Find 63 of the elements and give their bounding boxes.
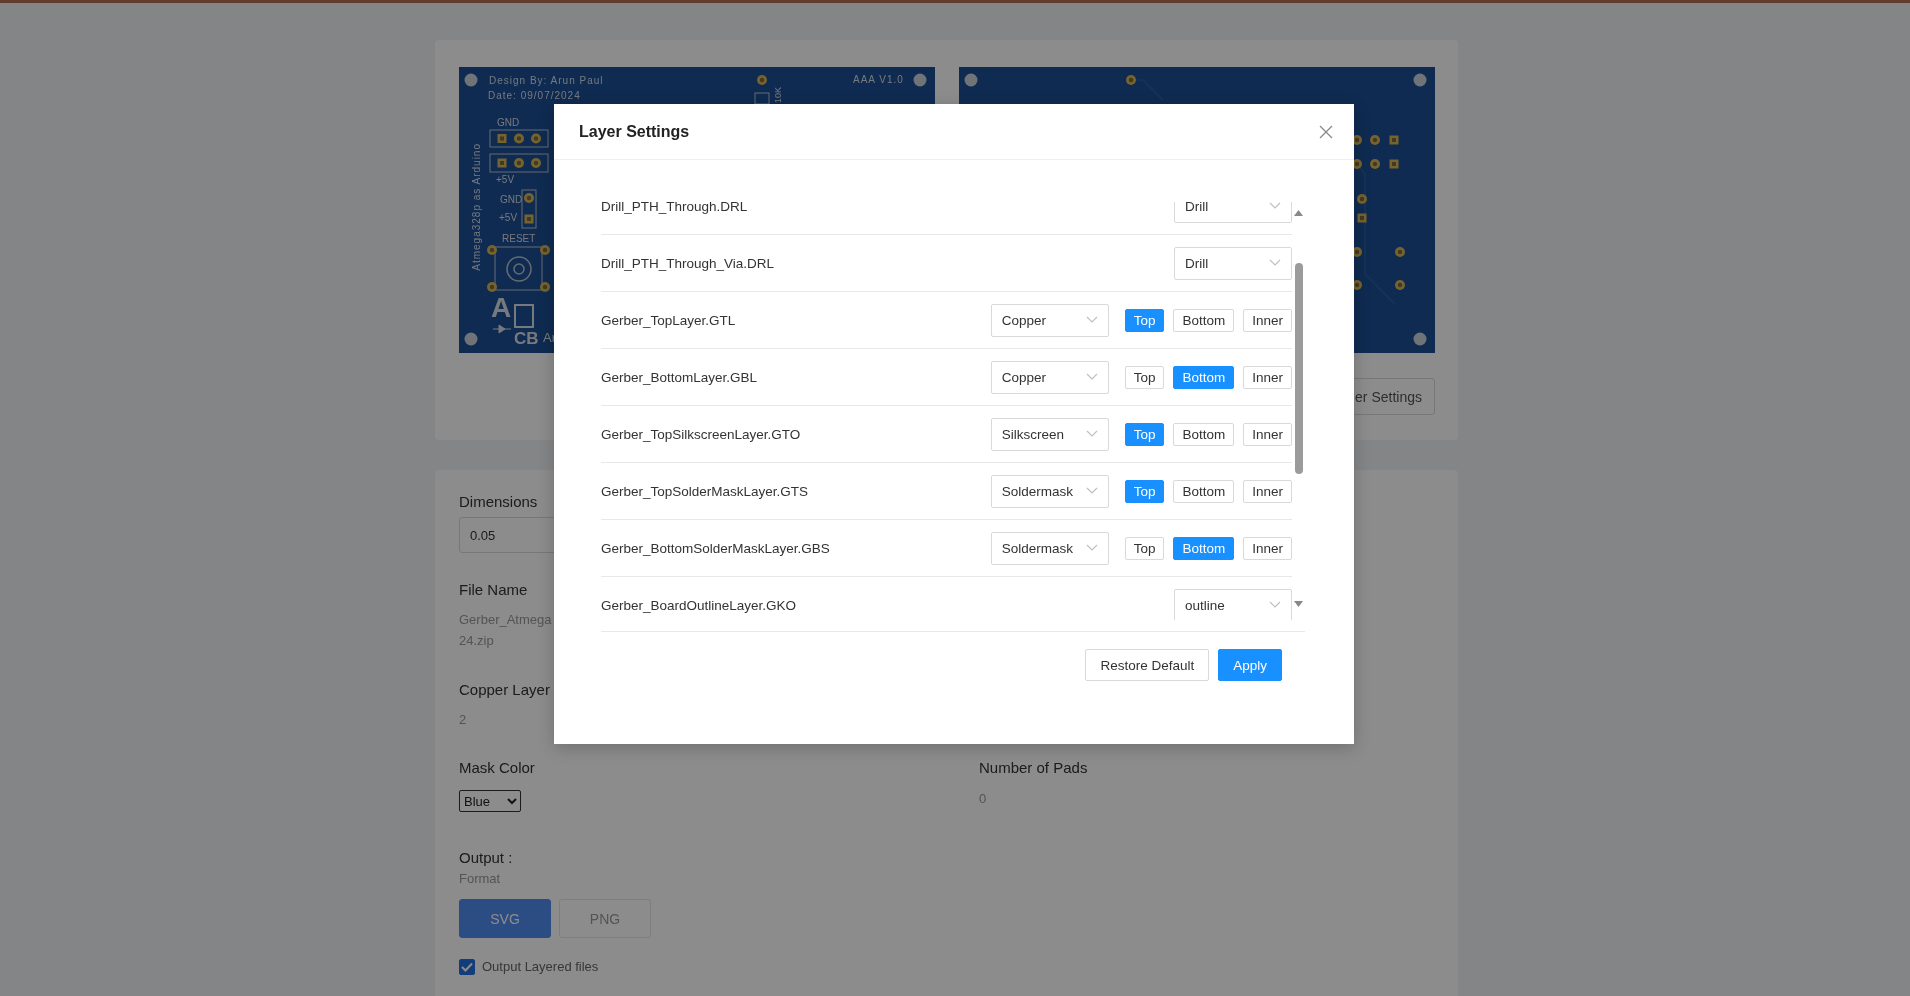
chevron-down-icon: [1269, 601, 1281, 609]
side-toggle[interactable]: Inner: [1243, 536, 1292, 560]
chevron-down-icon: [1269, 202, 1281, 210]
chevron-down-icon: [1085, 430, 1098, 438]
field-label: File Name: [459, 580, 528, 600]
side-toggle[interactable]: Inner: [1243, 308, 1292, 332]
layer-file-name: Gerber_TopLayer.GTL: [601, 312, 737, 328]
chevron-down-icon: [1085, 373, 1098, 381]
layer-type-select[interactable]: outline: [1174, 588, 1292, 620]
scrollbar-thumb[interactable]: [1294, 263, 1303, 474]
pin-label: +5V: [499, 212, 518, 224]
mask-color-select[interactable]: Blue: [459, 790, 521, 812]
layer-file-name: Gerber_BottomLayer.GBL: [601, 369, 759, 385]
logo-letter: A: [491, 293, 512, 323]
section-label: Output :: [459, 848, 513, 868]
copper-layers-value: 2: [459, 711, 467, 729]
chevron-down-icon: [1085, 316, 1098, 324]
layer-file-name: Gerber_TopSolderMaskLayer.GTS: [601, 483, 810, 499]
dialog-title: Layer Settings: [579, 122, 690, 141]
version-label: AAA V1.0: [853, 74, 904, 86]
restore-default-button[interactable]: Restore Default: [1085, 649, 1210, 681]
layer-type-select[interactable]: Soldermask: [990, 531, 1109, 565]
field-label: Copper Layer: [459, 680, 550, 700]
pin-label: GND: [500, 194, 523, 206]
pin-label: RESET: [502, 233, 536, 245]
designer-label: Design By: Arun Paul: [489, 75, 604, 87]
side-toggle[interactable]: Top: [1124, 536, 1165, 560]
layer-type-select[interactable]: Copper: [990, 360, 1109, 394]
field-label: Dimensions: [459, 492, 538, 512]
pin-label: +5V: [496, 174, 515, 186]
layered-checkbox[interactable]: [459, 958, 475, 975]
layer-type-select[interactable]: Drill: [1174, 246, 1292, 280]
layer-file-name: Gerber_BoardOutlineLayer.GKO: [601, 597, 798, 613]
scroll-up-icon[interactable]: [1294, 210, 1303, 216]
side-toggle[interactable]: Inner: [1243, 422, 1292, 446]
chevron-down-icon: [1085, 544, 1098, 552]
resistor-label: 10K: [772, 87, 784, 103]
side-toggle[interactable]: Bottom: [1173, 479, 1235, 503]
field-label: Mask Color: [459, 758, 535, 778]
field-label: Number of Pads: [979, 758, 1088, 778]
format-label: Format: [459, 870, 501, 888]
layer-file-name: Gerber_BottomSolderMaskLayer.GBS: [601, 540, 831, 556]
layer-type-select[interactable]: Copper: [990, 303, 1109, 337]
side-toggle[interactable]: Bottom: [1173, 422, 1235, 446]
checkbox-label: Output Layered files: [482, 958, 599, 976]
layer-type-select[interactable]: Silkscreen: [990, 417, 1109, 451]
scroll-down-icon[interactable]: [1294, 601, 1303, 607]
close-icon[interactable]: [1319, 124, 1333, 139]
side-toggle[interactable]: Bottom: [1173, 308, 1235, 332]
side-toggle[interactable]: Inner: [1243, 365, 1292, 389]
logo-letters: CB: [514, 330, 539, 347]
board-side-label: Atmega328p as Arduino: [471, 143, 483, 271]
file-name-value: Gerber_Atmega: [459, 611, 552, 629]
chevron-down-icon: [1085, 487, 1098, 495]
layer-file-name: Drill_PTH_Through_Via.DRL: [601, 255, 776, 271]
side-toggle[interactable]: Inner: [1243, 479, 1292, 503]
layer-type-select[interactable]: Soldermask: [990, 474, 1109, 508]
side-toggle[interactable]: Top: [1124, 365, 1165, 389]
layer-file-name: Gerber_TopSilkscreenLayer.GTO: [601, 426, 802, 442]
pin-label: GND: [497, 117, 520, 129]
date-label: Date: 09/07/2024: [488, 90, 581, 102]
file-name-value: 24.zip: [459, 632, 494, 650]
chevron-down-icon: [1269, 259, 1281, 267]
